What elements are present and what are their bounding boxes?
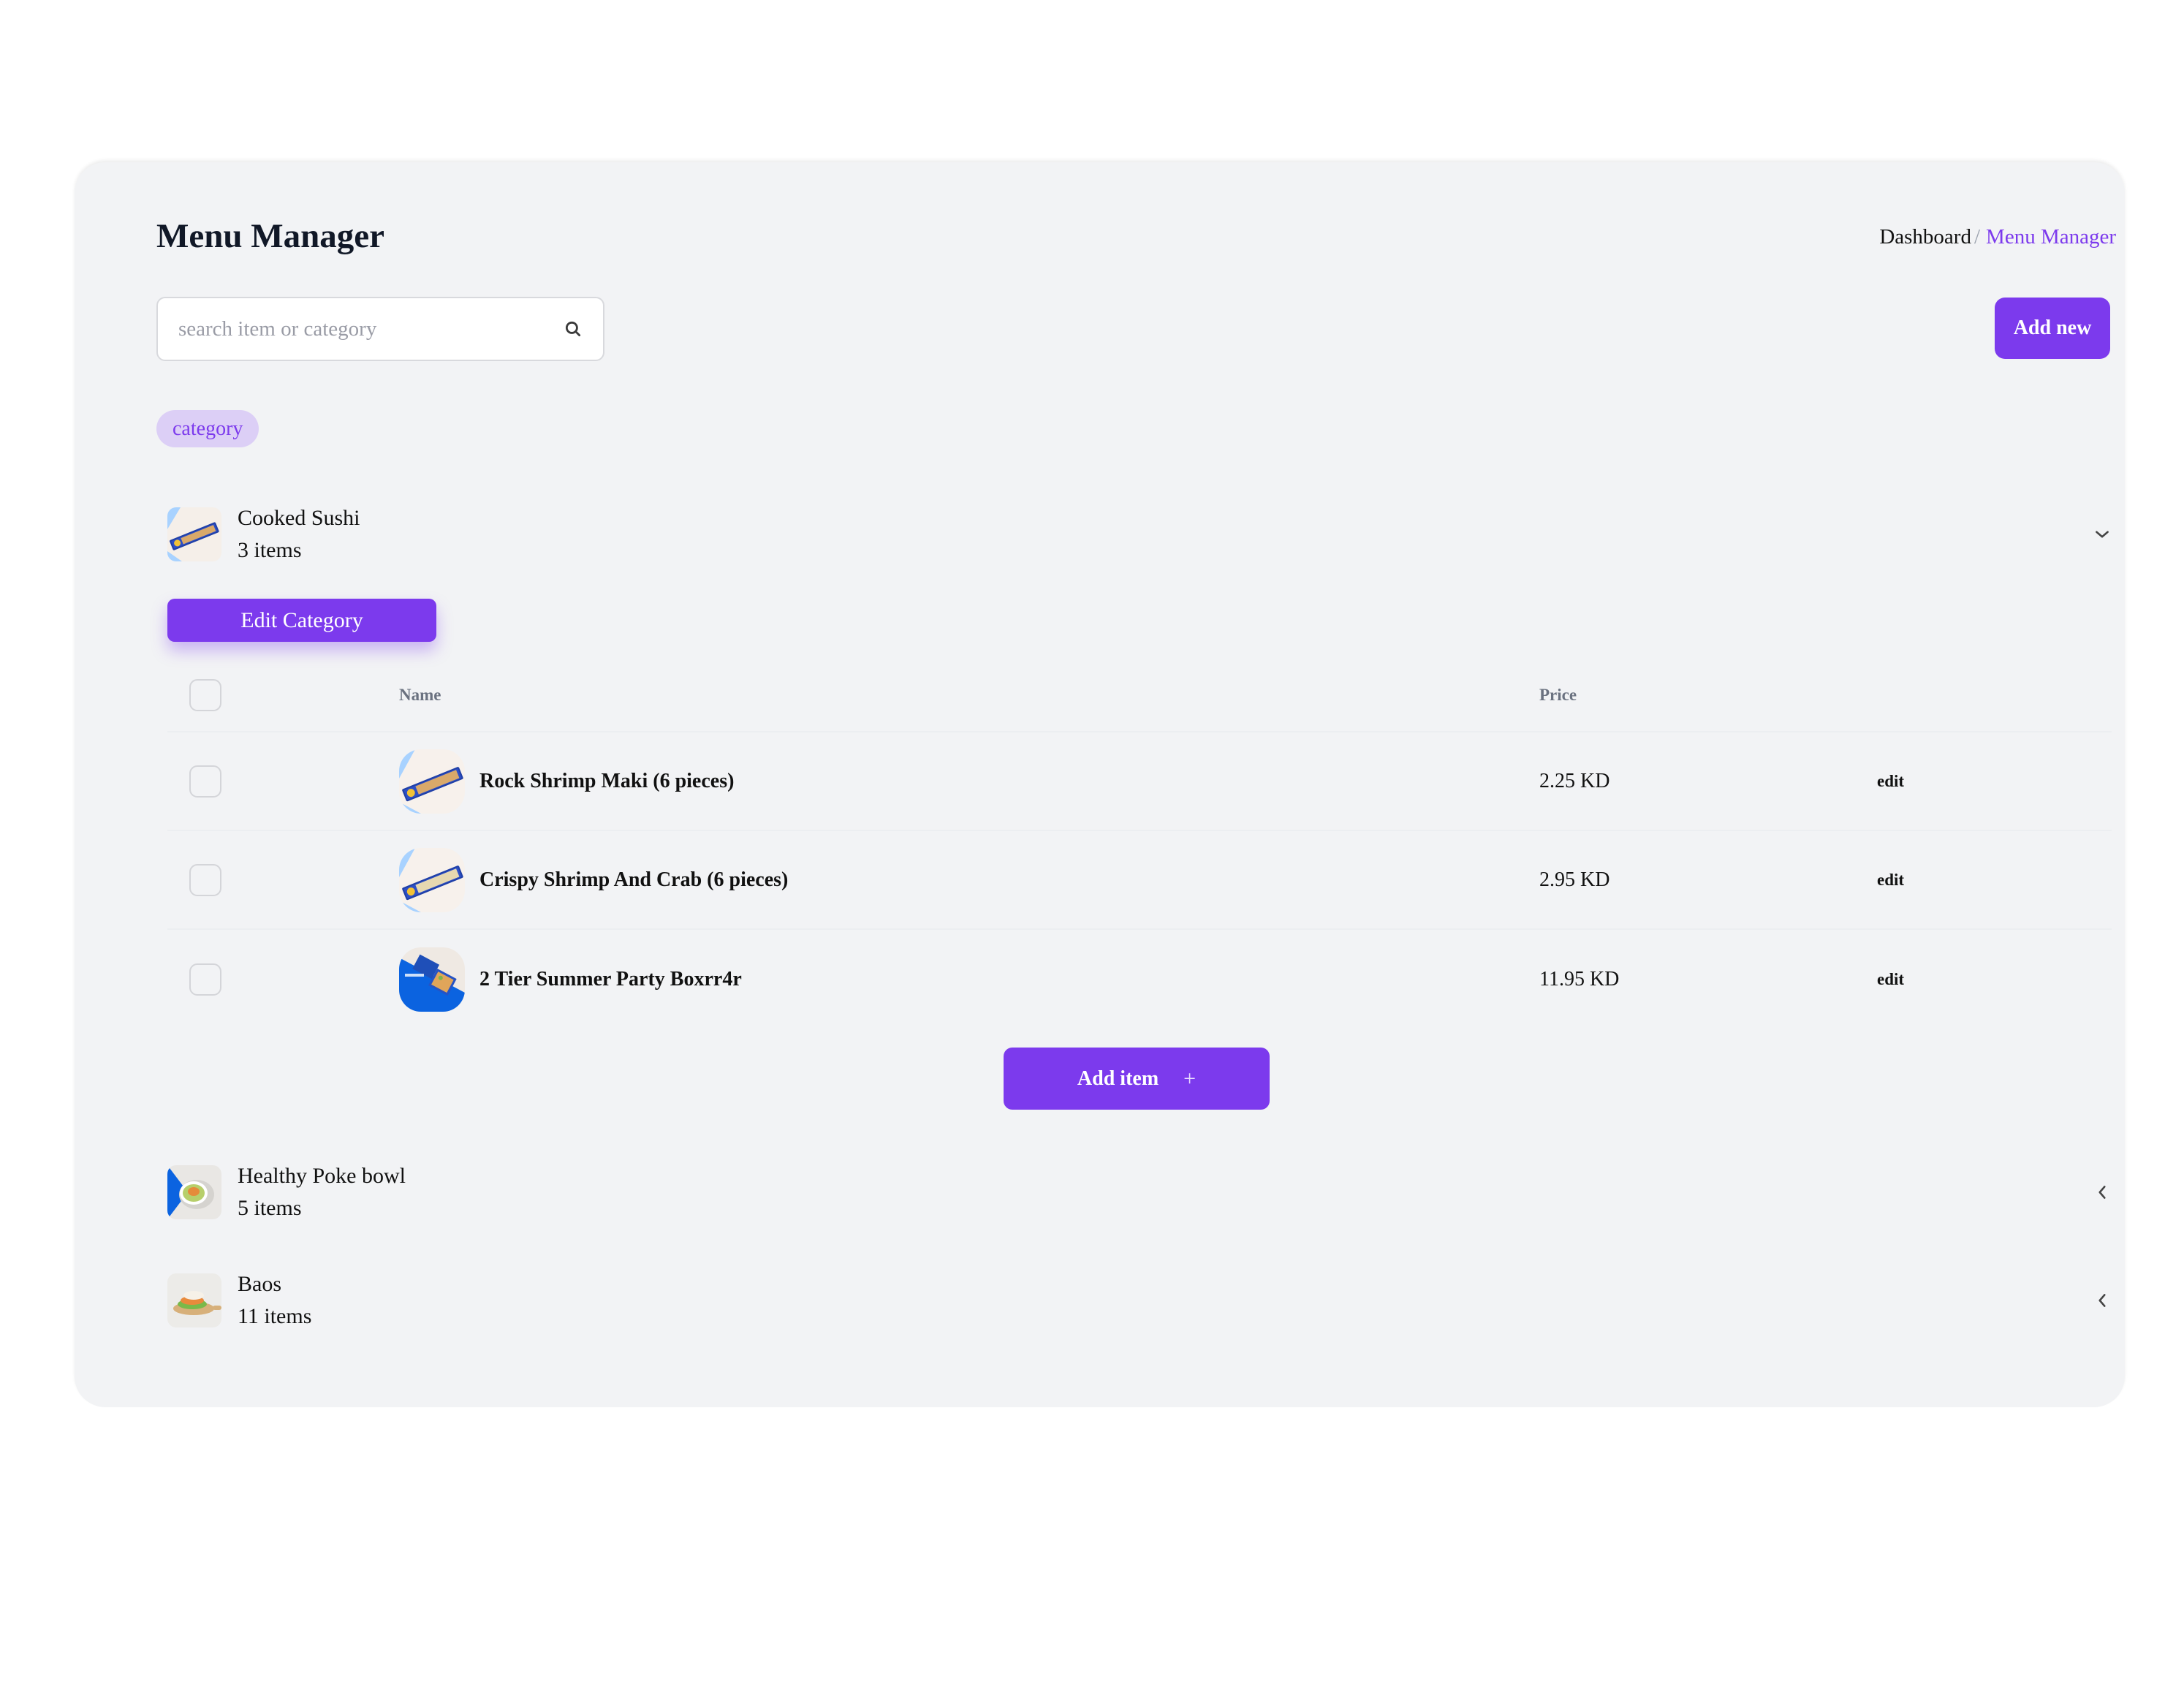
item-name: Rock Shrimp Maki (6 pieces) (479, 769, 735, 792)
item-price: 2.95 KD (1539, 868, 1610, 891)
item-name-cell: Crispy Shrimp And Crab (6 pieces) (399, 847, 789, 912)
item-thumbnail (399, 749, 465, 814)
plus-icon: + (1183, 1066, 1197, 1091)
select-all-checkbox[interactable] (189, 679, 221, 711)
add-item-button[interactable]: Add item + (1004, 1048, 1270, 1110)
menu-manager-card: Menu Manager Dashboard/Menu Manager Add … (75, 162, 2125, 1407)
edit-item-button[interactable]: edit (1877, 871, 1904, 890)
edit-item-button[interactable]: edit (1877, 970, 1904, 989)
item-thumbnail (399, 847, 465, 912)
category-info: Baos 11 items (238, 1268, 311, 1333)
edit-category-button[interactable]: Edit Category (167, 599, 436, 642)
category-filter-chip[interactable]: category (156, 410, 259, 447)
row-checkbox[interactable] (189, 863, 221, 896)
search-icon[interactable] (564, 319, 583, 338)
row-checkbox[interactable] (189, 963, 221, 996)
category-item-count: 5 items (238, 1196, 302, 1220)
items-table: Name Price Rock Shrimp Maki (6 pieces) 2… (167, 659, 2112, 1029)
column-header-name: Name (399, 686, 441, 704)
item-name-cell: Rock Shrimp Maki (6 pieces) (399, 749, 734, 814)
category-name: Healthy Poke bowl (238, 1164, 406, 1188)
search-field[interactable] (156, 297, 604, 361)
table-header-row: Name Price (167, 659, 2112, 732)
edit-item-button[interactable]: edit (1877, 772, 1904, 791)
category-header-healthy-poke-bowl[interactable]: Healthy Poke bowl 5 items (167, 1164, 2112, 1220)
chevron-left-icon[interactable] (2093, 1183, 2112, 1202)
add-new-button[interactable]: Add new (1995, 298, 2110, 359)
chevron-down-icon[interactable] (2093, 525, 2112, 544)
chevron-left-icon[interactable] (2093, 1291, 2112, 1310)
item-price: 2.25 KD (1539, 769, 1610, 792)
breadcrumb-current: Menu Manager (1986, 225, 2116, 249)
category-info: Cooked Sushi 3 items (238, 502, 360, 567)
item-name-cell: 2 Tier Summer Party Boxrr4r (399, 947, 742, 1012)
table-row: 2 Tier Summer Party Boxrr4r 11.95 KD edi… (167, 930, 2112, 1029)
category-thumbnail (167, 1273, 221, 1327)
column-header-price: Price (1539, 686, 1577, 704)
category-info: Healthy Poke bowl 5 items (238, 1160, 406, 1224)
search-input[interactable] (178, 317, 564, 341)
table-row: Rock Shrimp Maki (6 pieces) 2.25 KD edit (167, 732, 2112, 831)
item-thumbnail (399, 947, 465, 1012)
breadcrumb-dashboard-link[interactable]: Dashboard (1879, 225, 1971, 249)
item-name: 2 Tier Summer Party Boxrr4r (479, 967, 742, 991)
category-item-count: 11 items (238, 1304, 312, 1328)
category-name: Cooked Sushi (238, 506, 360, 530)
table-row: Crispy Shrimp And Crab (6 pieces) 2.95 K… (167, 831, 2112, 930)
category-thumbnail (167, 1165, 221, 1219)
category-name: Baos (238, 1272, 281, 1296)
page-title: Menu Manager (156, 217, 384, 255)
item-name: Crispy Shrimp And Crab (6 pieces) (479, 868, 789, 891)
category-thumbnail (167, 507, 221, 561)
breadcrumb: Dashboard / Menu Manager (1879, 227, 2116, 248)
category-header-cooked-sushi[interactable]: Cooked Sushi 3 items (167, 506, 2112, 562)
add-item-label: Add item (1077, 1067, 1159, 1090)
row-checkbox[interactable] (189, 765, 221, 798)
category-item-count: 3 items (238, 538, 302, 562)
breadcrumb-separator: / (1973, 225, 1981, 249)
category-header-baos[interactable]: Baos 11 items (167, 1272, 2112, 1328)
item-price: 11.95 KD (1539, 967, 1620, 991)
